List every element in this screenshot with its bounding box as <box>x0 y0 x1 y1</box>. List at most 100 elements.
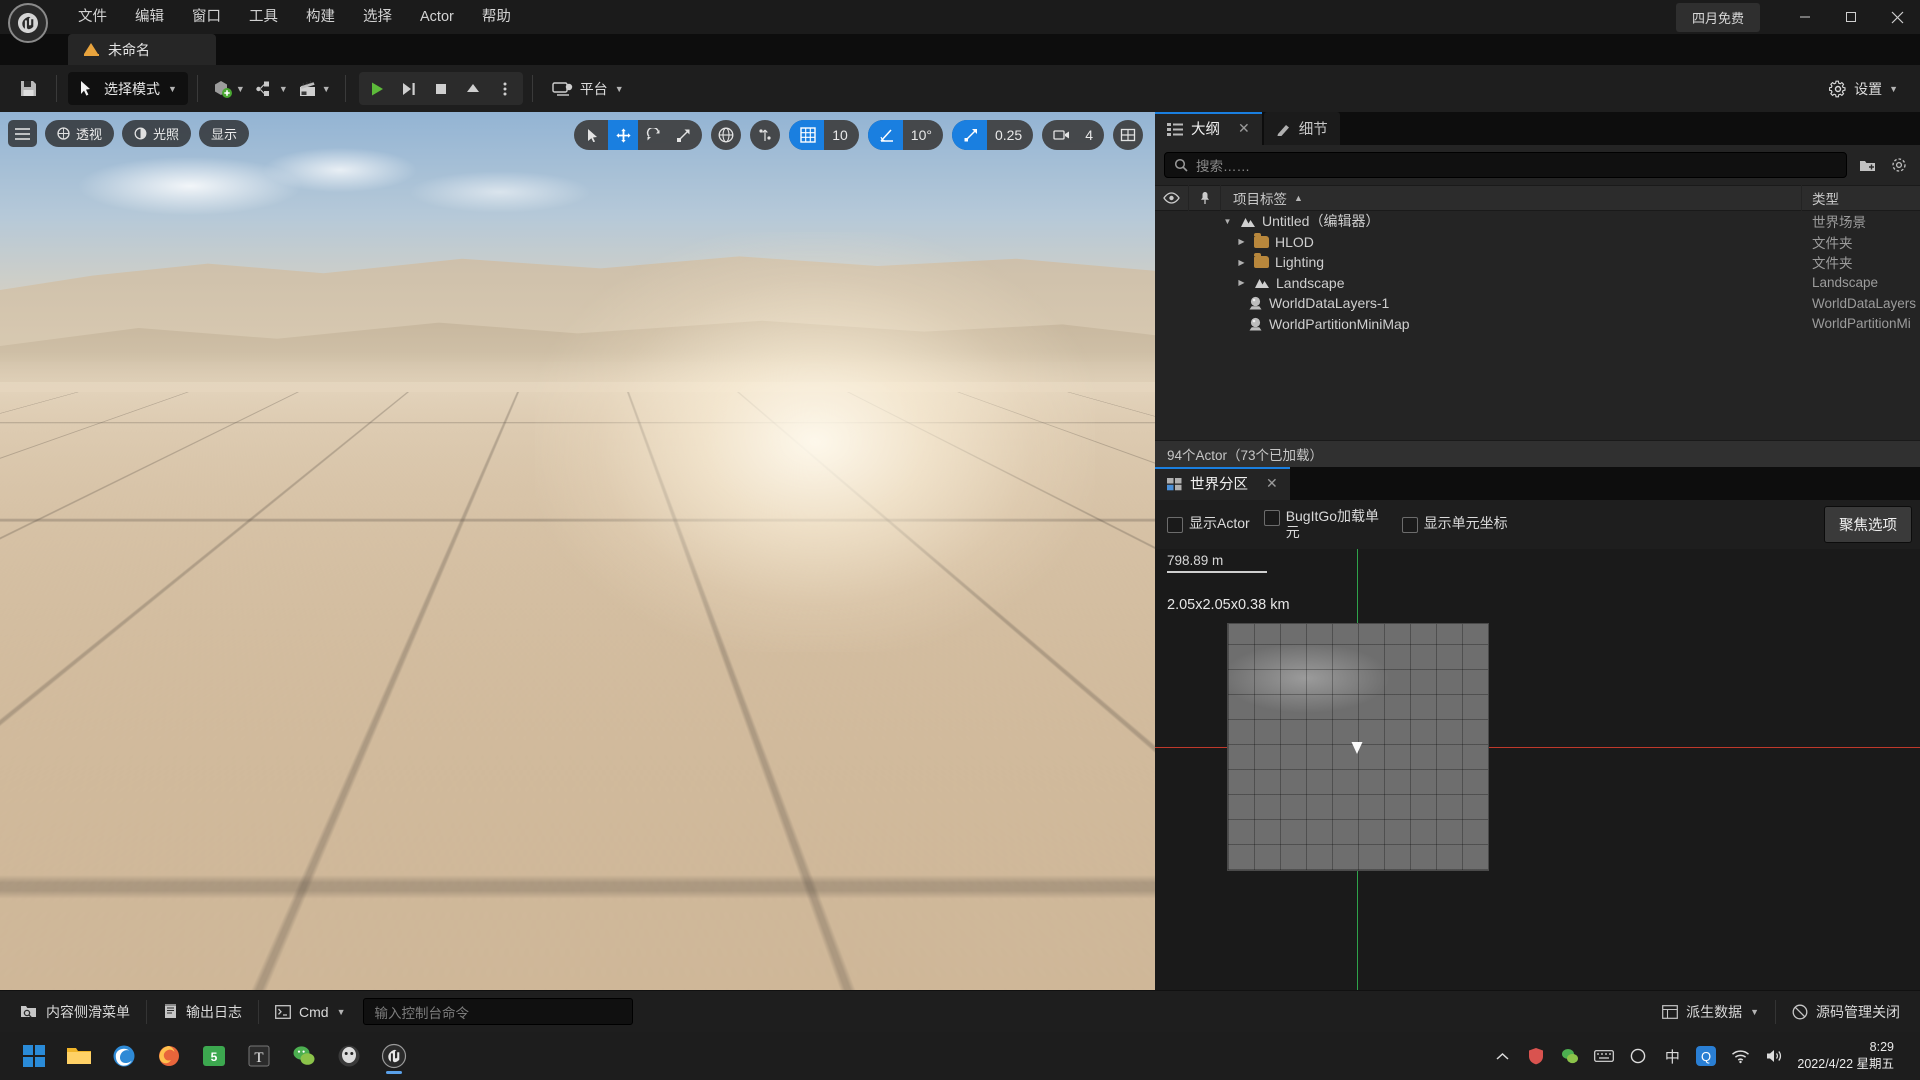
scale-snap-value[interactable]: 0.25 <box>987 120 1033 150</box>
table-row[interactable]: ▶ Landscape Landscape <box>1155 273 1920 294</box>
viewport-menu-button[interactable] <box>8 120 37 147</box>
volume-icon[interactable] <box>1763 1045 1785 1067</box>
platforms-button[interactable]: 平台 ▼ <box>542 72 634 105</box>
scale-tool-icon[interactable] <box>668 120 702 150</box>
grid-icon[interactable] <box>789 120 824 150</box>
close-button[interactable] <box>1874 0 1920 34</box>
pin-column-icon[interactable] <box>1189 185 1221 211</box>
wechat-tray-icon[interactable] <box>1559 1045 1581 1067</box>
menu-file[interactable]: 文件 <box>64 0 121 34</box>
focus-selection-button[interactable]: 聚焦选项 <box>1824 506 1912 543</box>
level-viewport[interactable]: 透视 光照 显示 10 10° 0.25 4 Z X Y <box>0 112 1155 990</box>
checkbox-box[interactable] <box>1402 517 1418 533</box>
menu-window[interactable]: 窗口 <box>178 0 235 34</box>
select-tool-icon[interactable] <box>574 120 608 150</box>
text-icon[interactable]: T <box>239 1036 279 1076</box>
visibility-column-icon[interactable] <box>1155 185 1189 211</box>
antivirus-icon[interactable] <box>1525 1045 1547 1067</box>
angle-snap-value[interactable]: 10° <box>903 120 943 150</box>
table-row[interactable]: ▶ Lighting 文件夹 <box>1155 252 1920 273</box>
settings-button[interactable]: 设置 ▼ <box>1821 72 1906 105</box>
checkbox-bugitgo-loading-cell[interactable]: BugItGo加载单元 <box>1264 509 1388 540</box>
checkbox-box[interactable] <box>1167 517 1183 533</box>
eject-button[interactable] <box>457 73 489 104</box>
derived-data-button[interactable]: 派生数据 ▼ <box>1650 998 1771 1026</box>
grid-snap-value[interactable]: 10 <box>824 120 859 150</box>
edge-icon[interactable] <box>104 1036 144 1076</box>
checkbox-show-cell-coords[interactable]: 显示单元坐标 <box>1402 516 1508 533</box>
minimize-button[interactable] <box>1782 0 1828 34</box>
source-control-button[interactable]: 源码管理关闭 <box>1780 998 1912 1026</box>
recorder-icon[interactable]: 5 <box>194 1036 234 1076</box>
grid-snap-group[interactable]: 10 <box>789 120 859 150</box>
wechat-icon[interactable] <box>284 1036 324 1076</box>
new-folder-icon[interactable] <box>1855 153 1879 177</box>
checkbox-box[interactable] <box>1264 510 1280 526</box>
translate-tool-icon[interactable] <box>608 120 638 150</box>
promo-banner[interactable]: 四月免费 <box>1676 3 1760 32</box>
expander-icon[interactable]: ▼ <box>1221 217 1234 226</box>
windows-start-icon[interactable] <box>14 1036 54 1076</box>
coordinate-space-icon[interactable] <box>711 120 741 150</box>
unreal-logo-icon[interactable] <box>0 0 56 34</box>
menu-tools[interactable]: 工具 <box>235 0 292 34</box>
surface-snap-icon[interactable] <box>750 120 780 150</box>
add-actor-button[interactable]: ▼ <box>207 72 250 105</box>
save-button[interactable] <box>10 72 47 105</box>
menu-help[interactable]: 帮助 <box>468 0 525 34</box>
show-button[interactable]: 显示 <box>199 120 249 147</box>
cmd-button[interactable]: Cmd ▼ <box>263 998 357 1026</box>
maximize-button[interactable] <box>1828 0 1874 34</box>
menu-build[interactable]: 构建 <box>292 0 349 34</box>
taskbar-clock[interactable]: 8:29 2022/4/22 星期五 <box>1797 1039 1904 1073</box>
menu-select[interactable]: 选择 <box>349 0 406 34</box>
content-drawer-button[interactable]: 内容侧滑菜单 <box>8 998 142 1026</box>
table-row[interactable]: ▼ Untitled（编辑器） 世界场景 <box>1155 211 1920 232</box>
tab-details[interactable]: 细节 <box>1264 112 1340 145</box>
table-row[interactable]: WorldPartitionMiniMap WorldPartitionMi <box>1155 314 1920 335</box>
expander-icon[interactable]: ▶ <box>1235 258 1248 267</box>
blueprints-button[interactable]: ▼ <box>250 72 293 105</box>
project-tab[interactable]: 未命名 <box>68 34 216 65</box>
perspective-button[interactable]: 透视 <box>45 120 114 147</box>
camera-icon[interactable] <box>1042 120 1077 150</box>
close-icon[interactable]: ✕ <box>1266 475 1278 492</box>
checkbox-show-actors[interactable]: 显示Actor <box>1167 516 1250 533</box>
lighting-button[interactable]: 光照 <box>122 120 191 147</box>
angle-icon[interactable] <box>868 120 903 150</box>
table-row[interactable]: WorldDataLayers-1 WorldDataLayers <box>1155 293 1920 314</box>
outliner-settings-icon[interactable] <box>1887 153 1911 177</box>
chevron-up-icon[interactable] <box>1491 1045 1513 1067</box>
camera-speed-group[interactable]: 4 <box>1042 120 1104 150</box>
close-icon[interactable]: ✕ <box>1238 120 1250 137</box>
play-button[interactable] <box>361 73 393 104</box>
cinematics-button[interactable]: ▼ <box>293 72 336 105</box>
play-options-button[interactable] <box>489 73 521 104</box>
expander-icon[interactable]: ▶ <box>1235 278 1248 287</box>
qq-icon[interactable] <box>329 1036 369 1076</box>
expander-icon[interactable]: ▶ <box>1235 237 1248 246</box>
output-log-button[interactable]: 输出日志 <box>151 998 254 1026</box>
stop-button[interactable] <box>425 73 457 104</box>
firefox-icon[interactable] <box>149 1036 189 1076</box>
tab-outliner[interactable]: 大纲 ✕ <box>1155 112 1262 145</box>
name-column-header[interactable]: 项目标签 ▲ <box>1221 185 1802 211</box>
rotate-tool-icon[interactable] <box>638 120 668 150</box>
tab-world-partition[interactable]: 世界分区 ✕ <box>1155 467 1290 500</box>
ime-icon[interactable]: 中 <box>1661 1045 1683 1067</box>
wifi-icon[interactable] <box>1729 1045 1751 1067</box>
circle-icon[interactable] <box>1627 1045 1649 1067</box>
console-command-input[interactable]: 输入控制台命令 <box>363 998 633 1025</box>
scale-snap-icon[interactable] <box>952 120 987 150</box>
transform-gizmo[interactable] <box>476 862 656 982</box>
table-row[interactable]: ▶ HLOD 文件夹 <box>1155 232 1920 253</box>
camera-speed-value[interactable]: 4 <box>1077 120 1104 150</box>
type-column-header[interactable]: 类型 <box>1802 185 1920 211</box>
keyboard-icon[interactable] <box>1593 1045 1615 1067</box>
file-explorer-icon[interactable] <box>59 1036 99 1076</box>
search-input[interactable]: 搜索…… <box>1164 152 1847 178</box>
world-partition-canvas[interactable]: 798.89 m 2.05x2.05x0.38 km <box>1155 549 1920 990</box>
menu-edit[interactable]: 编辑 <box>121 0 178 34</box>
angle-snap-group[interactable]: 10° <box>868 120 943 150</box>
unreal-icon[interactable] <box>374 1036 414 1076</box>
